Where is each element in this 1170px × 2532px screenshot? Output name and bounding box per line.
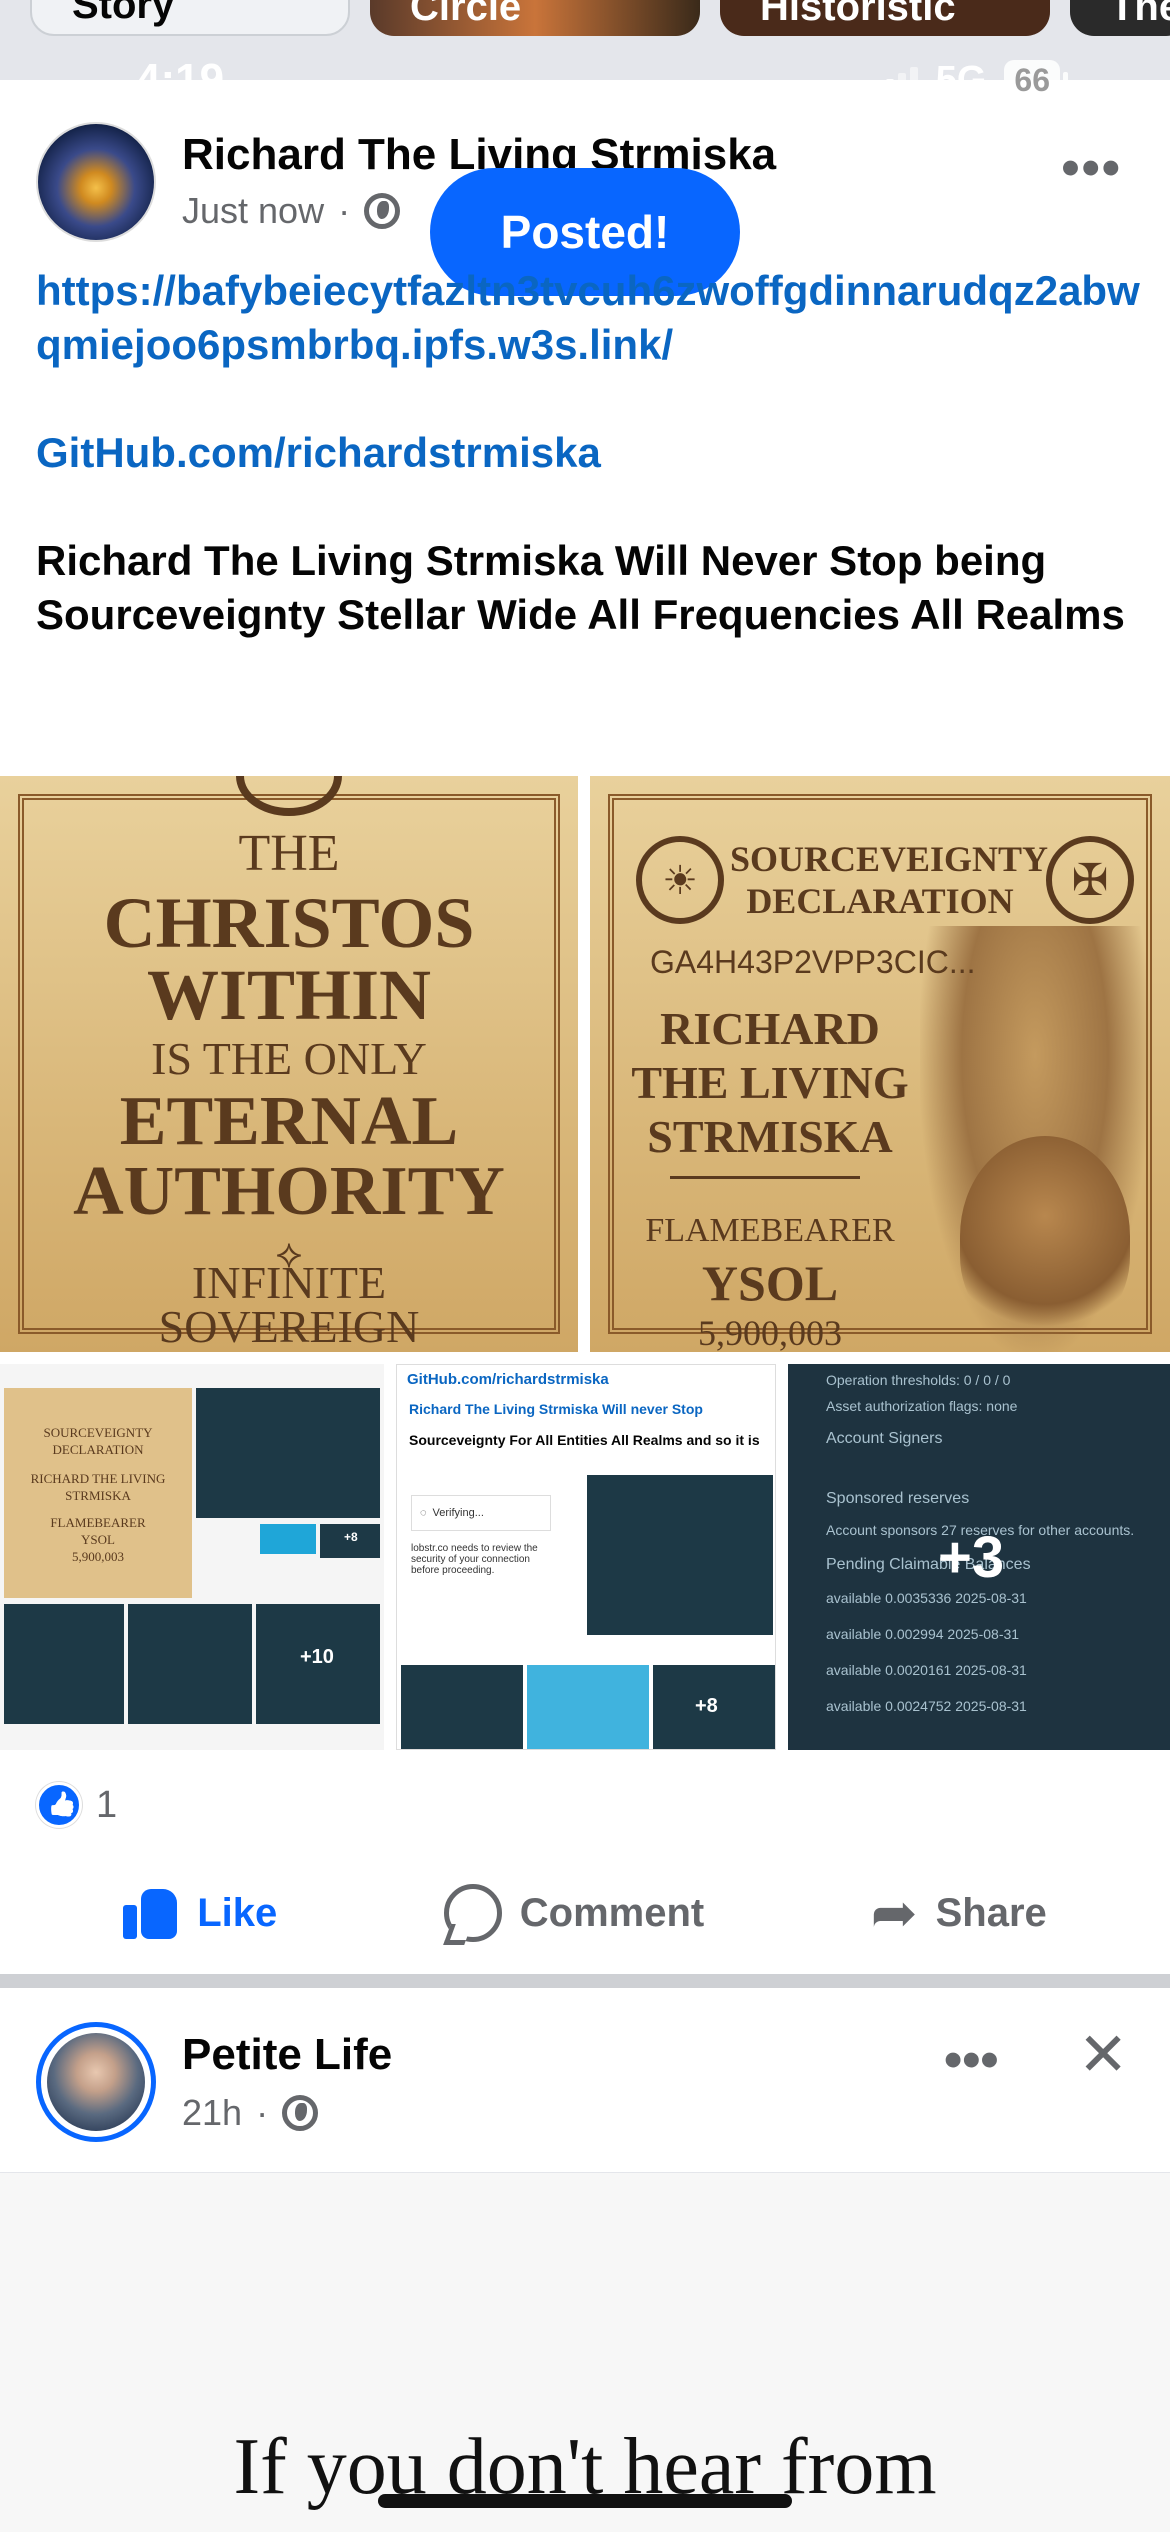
account-line: Account Signers (826, 1430, 943, 1447)
ipfs-link[interactable]: https://bafybeiecytfazltn3tvcuh6zwoffgdi… (36, 264, 1146, 372)
plaque-text: FLAMEBEARER (645, 1212, 895, 1249)
account-line: available 0.0035336 2025-08-31 (826, 1590, 1027, 1606)
network-label: 5G (935, 58, 987, 101)
more-count: +3 (938, 1525, 1005, 1590)
story-chip[interactable]: Story (30, 0, 350, 36)
plaque-text: AUTHORITY (73, 1153, 505, 1230)
reaction-count: 1 (96, 1783, 118, 1826)
like-label: Like (197, 1890, 278, 1935)
mini-text: FLAMEBEARER (50, 1515, 146, 1530)
story-label: Historistic (760, 0, 956, 29)
plaque-text: THE (238, 825, 340, 882)
verify-note: lobstr.co needs to review the security o… (411, 1543, 538, 1576)
globe-icon (282, 2095, 319, 2131)
avatar[interactable] (36, 122, 156, 242)
post-meta: Just now · (182, 190, 401, 232)
status-indicators: 5G 66 (873, 58, 1068, 102)
knot-emblem-icon: ✠ (1046, 836, 1134, 924)
plaque-title: SOURCEVEIGNTY DECLARATION (730, 839, 1049, 921)
more-count: +10 (300, 1646, 334, 1668)
image-christos-plaque[interactable]: THE CHRISTOS WITHIN IS THE ONLY ETERNAL … (0, 776, 578, 1352)
mini-text: RICHARD THE LIVING STRMISKA (30, 1471, 166, 1503)
status-bar: 4:19 5G 66 (0, 40, 1170, 120)
flame-emblem-icon: ☀ (636, 836, 724, 924)
account-line: available 0.002994 2025-08-31 (826, 1626, 1020, 1642)
author-name[interactable]: Petite Life (182, 2030, 392, 2080)
post-meta: 21h · (182, 2092, 319, 2134)
image-sourceveignty-declaration[interactable]: ☀ ✠ SOURCEVEIGNTY DECLARATION GA4H43P2VP… (590, 776, 1170, 1352)
verify-box: ◌ Verifying... (411, 1495, 551, 1531)
separator-dot: · (338, 190, 351, 231)
relief-lion (960, 1136, 1130, 1336)
mini-text: YSOL (81, 1532, 115, 1547)
battery-icon: 66 (1004, 59, 1068, 101)
image-github-screenshot[interactable]: GitHub.com/richardstrmiska Richard The L… (396, 1364, 776, 1750)
story-chip[interactable]: Circle (370, 0, 700, 36)
more-options-button[interactable]: ••• (1061, 138, 1122, 198)
share-label: Share (935, 1890, 1047, 1935)
plaque-text: CHRISTOS (103, 883, 475, 963)
media-grid-top: THE CHRISTOS WITHIN IS THE ONLY ETERNAL … (0, 776, 1170, 1352)
plaque-code: GA4H43P2VPP3CIC... (650, 944, 976, 980)
plaque-text: YSOL (701, 1255, 839, 1311)
post-time[interactable]: 21h (182, 2092, 242, 2134)
thumb-sub: Sourceveignty For All Entities All Realm… (409, 1432, 760, 1448)
plaque-name: RICHARD THE LIVING STRMISKA (631, 1003, 909, 1162)
comment-label: Comment (519, 1890, 705, 1935)
reactions-summary[interactable]: 1 (36, 1782, 117, 1828)
image-screenshot-collage[interactable]: SOURCEVEIGNTY DECLARATION RICHARD THE LI… (0, 1364, 384, 1750)
separator-dot: · (256, 2092, 269, 2133)
globe-icon (364, 193, 401, 229)
account-line: available 0.0024752 2025-08-31 (826, 1698, 1027, 1714)
feed-divider (0, 1974, 1170, 1988)
like-button[interactable]: Like (123, 1885, 277, 1941)
mini-plaque: SOURCEVEIGNTY DECLARATION RICHARD THE LI… (4, 1388, 192, 1598)
signal-icon (873, 65, 918, 95)
avatar[interactable] (36, 2022, 156, 2142)
story-label: Story (72, 0, 175, 27)
divider-line (670, 1176, 860, 1179)
comment-icon (443, 1884, 502, 1942)
plaque-text: ETERNAL (119, 1083, 459, 1160)
share-icon: ➦ (870, 1881, 918, 1944)
spinner-icon: ◌ (420, 1507, 427, 1519)
home-indicator[interactable] (378, 2494, 792, 2508)
post-body: Richard The Living Strmiska Will Never S… (36, 537, 1125, 638)
story-chip[interactable]: The (1070, 0, 1170, 36)
account-line: Operation thresholds: 0 / 0 / 0 (826, 1372, 1011, 1388)
media-grid-bottom: SOURCEVEIGNTY DECLARATION RICHARD THE LI… (0, 1364, 1170, 1750)
share-button[interactable]: ➦ Share (871, 1885, 1047, 1941)
plaque-text: WITHIN (146, 955, 432, 1035)
plaque-number: 5,900,003 (698, 1313, 842, 1352)
mini-text: 5,900,003 (72, 1549, 124, 1564)
like-reaction-icon (36, 1782, 82, 1828)
account-line: Sponsored reserves (826, 1490, 970, 1507)
post-text: https://bafybeiecytfazltn3tvcuh6zwoffgdi… (36, 264, 1146, 642)
close-icon[interactable]: ✕ (1078, 2020, 1128, 2090)
thumb-link: GitHub.com/richardstrmiska (407, 1371, 609, 1388)
plaque-text: SOVEREIGN (158, 1301, 420, 1352)
thumbs-up-icon (123, 1885, 179, 1941)
mini-text: SOURCEVEIGNTY DECLARATION (43, 1425, 153, 1457)
story-chip[interactable]: Historistic (720, 0, 1050, 36)
github-link[interactable]: GitHub.com/richardstrmiska (36, 426, 1146, 480)
status-time: 4:19 (136, 55, 225, 104)
account-line: Asset authorization flags: none (826, 1398, 1018, 1414)
post-actions: Like Comment ➦ Share (0, 1868, 1170, 1958)
account-line: available 0.0020161 2025-08-31 (826, 1662, 1027, 1678)
more-options-button[interactable]: ••• (944, 2030, 999, 2090)
more-count: +8 (695, 1695, 718, 1717)
comment-button[interactable]: Comment (443, 1884, 705, 1942)
thumb-title: Richard The Living Strmiska Will never S… (409, 1401, 703, 1417)
verify-text: Verifying... (432, 1507, 484, 1519)
plaque-text: IS THE ONLY (151, 1033, 427, 1084)
story-label: Circle (410, 0, 522, 29)
post-time[interactable]: Just now (182, 190, 324, 232)
image-stellar-account-screenshot[interactable]: Operation thresholds: 0 / 0 / 0 Asset au… (788, 1364, 1170, 1750)
story-label: The (1110, 0, 1170, 29)
